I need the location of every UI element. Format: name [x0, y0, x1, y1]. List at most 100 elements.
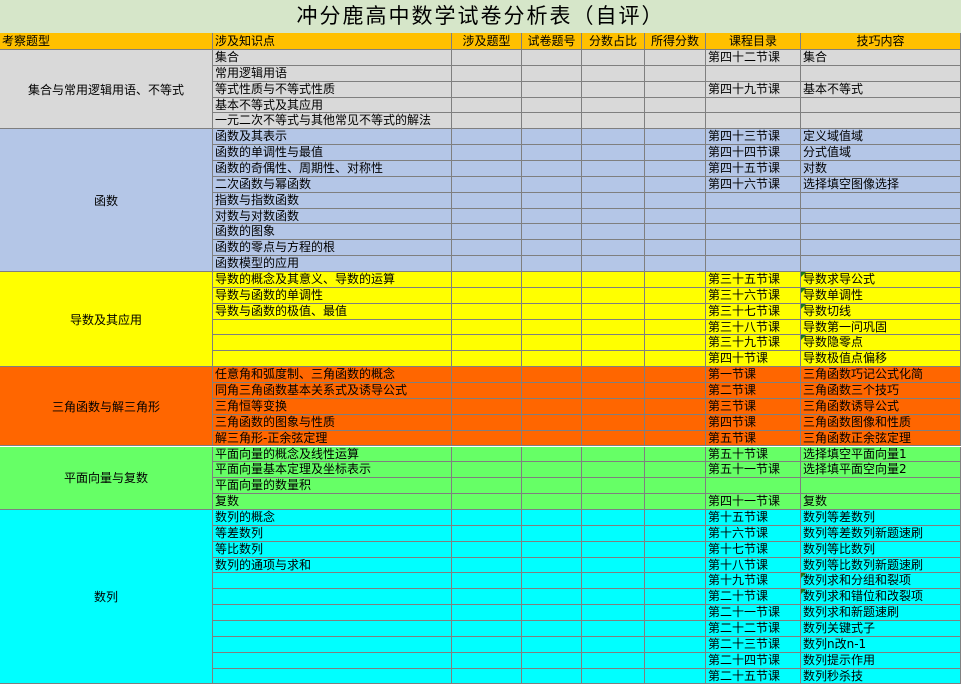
knowledge-cell[interactable]: 等比数列 — [213, 541, 452, 558]
score-ratio-cell[interactable] — [582, 81, 645, 98]
course-cell[interactable]: 第十六节课 — [706, 525, 801, 542]
question-no-cell[interactable] — [522, 287, 582, 304]
question-no-cell[interactable] — [522, 636, 582, 653]
score-cell[interactable] — [645, 430, 706, 447]
tip-cell[interactable]: 分式值域 — [801, 145, 961, 162]
tip-cell[interactable]: 数列求和分组和裂项 — [801, 573, 961, 590]
tip-cell[interactable]: 选择填空平面向量1 — [801, 446, 961, 463]
tip-cell[interactable]: 数列n改n-1 — [801, 636, 961, 653]
score-cell[interactable] — [645, 50, 706, 66]
question-no-cell[interactable] — [522, 50, 582, 66]
course-cell[interactable]: 第一节课 — [706, 367, 801, 384]
knowledge-cell[interactable]: 集合 — [213, 50, 452, 66]
knowledge-cell[interactable]: 同角三角函数基本关系式及诱导公式 — [213, 383, 452, 399]
question-no-cell[interactable] — [522, 446, 582, 463]
type-cell[interactable] — [452, 430, 522, 447]
question-no-cell[interactable] — [522, 668, 582, 685]
score-cell[interactable] — [645, 383, 706, 399]
tip-cell[interactable]: 导数单调性 — [801, 287, 961, 304]
score-cell[interactable] — [645, 414, 706, 431]
knowledge-cell[interactable]: 数列的概念 — [213, 509, 452, 526]
course-cell[interactable]: 第五十节课 — [706, 446, 801, 463]
course-cell[interactable]: 第四十三节课 — [706, 129, 801, 146]
question-no-cell[interactable] — [522, 589, 582, 606]
score-cell[interactable] — [645, 65, 706, 82]
course-cell[interactable]: 第四十节课 — [706, 351, 801, 368]
question-no-cell[interactable] — [522, 383, 582, 399]
course-cell[interactable] — [706, 240, 801, 257]
knowledge-cell[interactable]: 复数 — [213, 494, 452, 510]
question-no-cell[interactable] — [522, 161, 582, 177]
question-no-cell[interactable] — [522, 319, 582, 336]
score-cell[interactable] — [645, 208, 706, 225]
question-no-cell[interactable] — [522, 478, 582, 495]
course-cell[interactable]: 第四十一节课 — [706, 494, 801, 510]
type-cell[interactable] — [452, 494, 522, 510]
course-cell[interactable]: 第四十六节课 — [706, 176, 801, 193]
type-cell[interactable] — [452, 652, 522, 669]
score-ratio-cell[interactable] — [582, 303, 645, 320]
score-cell[interactable] — [645, 176, 706, 193]
score-ratio-cell[interactable] — [582, 129, 645, 146]
tip-cell[interactable]: 数列等比数列 — [801, 541, 961, 558]
question-no-cell[interactable] — [522, 176, 582, 193]
type-cell[interactable] — [452, 335, 522, 352]
score-cell[interactable] — [645, 161, 706, 177]
course-cell[interactable]: 第二节课 — [706, 383, 801, 399]
question-no-cell[interactable] — [522, 525, 582, 542]
type-cell[interactable] — [452, 97, 522, 114]
tip-cell[interactable] — [801, 224, 961, 241]
tip-cell[interactable]: 选择填平面空向量2 — [801, 462, 961, 479]
column-header-5[interactable]: 分数占比 — [582, 33, 645, 50]
tip-cell[interactable]: 数列等差数列 — [801, 509, 961, 526]
type-cell[interactable] — [452, 446, 522, 463]
category-cell-5[interactable]: 平面向量与复数 — [0, 446, 213, 510]
question-no-cell[interactable] — [522, 65, 582, 82]
tip-cell[interactable]: 三角函数三个技巧 — [801, 383, 961, 399]
score-cell[interactable] — [645, 509, 706, 526]
course-cell[interactable]: 第三节课 — [706, 398, 801, 415]
score-cell[interactable] — [645, 446, 706, 463]
course-cell[interactable]: 第二十二节课 — [706, 620, 801, 637]
score-ratio-cell[interactable] — [582, 446, 645, 463]
score-cell[interactable] — [645, 541, 706, 558]
knowledge-cell[interactable]: 函数的零点与方程的根 — [213, 240, 452, 257]
score-cell[interactable] — [645, 525, 706, 542]
type-cell[interactable] — [452, 525, 522, 542]
score-ratio-cell[interactable] — [582, 176, 645, 193]
column-header-6[interactable]: 所得分数 — [645, 33, 706, 50]
tip-cell[interactable] — [801, 240, 961, 257]
type-cell[interactable] — [452, 145, 522, 162]
question-no-cell[interactable] — [522, 303, 582, 320]
tip-cell[interactable] — [801, 65, 961, 82]
course-cell[interactable]: 第二十节课 — [706, 589, 801, 606]
tip-cell[interactable]: 集合 — [801, 50, 961, 66]
tip-cell[interactable]: 数列秒杀技 — [801, 668, 961, 685]
type-cell[interactable] — [452, 557, 522, 574]
score-ratio-cell[interactable] — [582, 668, 645, 685]
type-cell[interactable] — [452, 668, 522, 685]
knowledge-cell[interactable]: 数列的通项与求和 — [213, 557, 452, 574]
course-cell[interactable]: 第二十一节课 — [706, 605, 801, 621]
tip-cell[interactable]: 基本不等式 — [801, 81, 961, 98]
course-cell[interactable]: 第四十五节课 — [706, 161, 801, 177]
score-cell[interactable] — [645, 652, 706, 669]
score-cell[interactable] — [645, 240, 706, 257]
score-cell[interactable] — [645, 224, 706, 241]
course-cell[interactable] — [706, 256, 801, 273]
type-cell[interactable] — [452, 589, 522, 606]
course-cell[interactable]: 第四十九节课 — [706, 81, 801, 98]
score-cell[interactable] — [645, 145, 706, 162]
type-cell[interactable] — [452, 605, 522, 621]
category-cell-3[interactable]: 导数及其应用 — [0, 272, 213, 368]
course-cell[interactable]: 第二十三节课 — [706, 636, 801, 653]
score-cell[interactable] — [645, 351, 706, 368]
question-no-cell[interactable] — [522, 272, 582, 288]
question-no-cell[interactable] — [522, 620, 582, 637]
score-ratio-cell[interactable] — [582, 605, 645, 621]
tip-cell[interactable]: 对数 — [801, 161, 961, 177]
score-ratio-cell[interactable] — [582, 525, 645, 542]
score-ratio-cell[interactable] — [582, 208, 645, 225]
tip-cell[interactable]: 数列等差数列新题速刷 — [801, 525, 961, 542]
score-ratio-cell[interactable] — [582, 367, 645, 384]
